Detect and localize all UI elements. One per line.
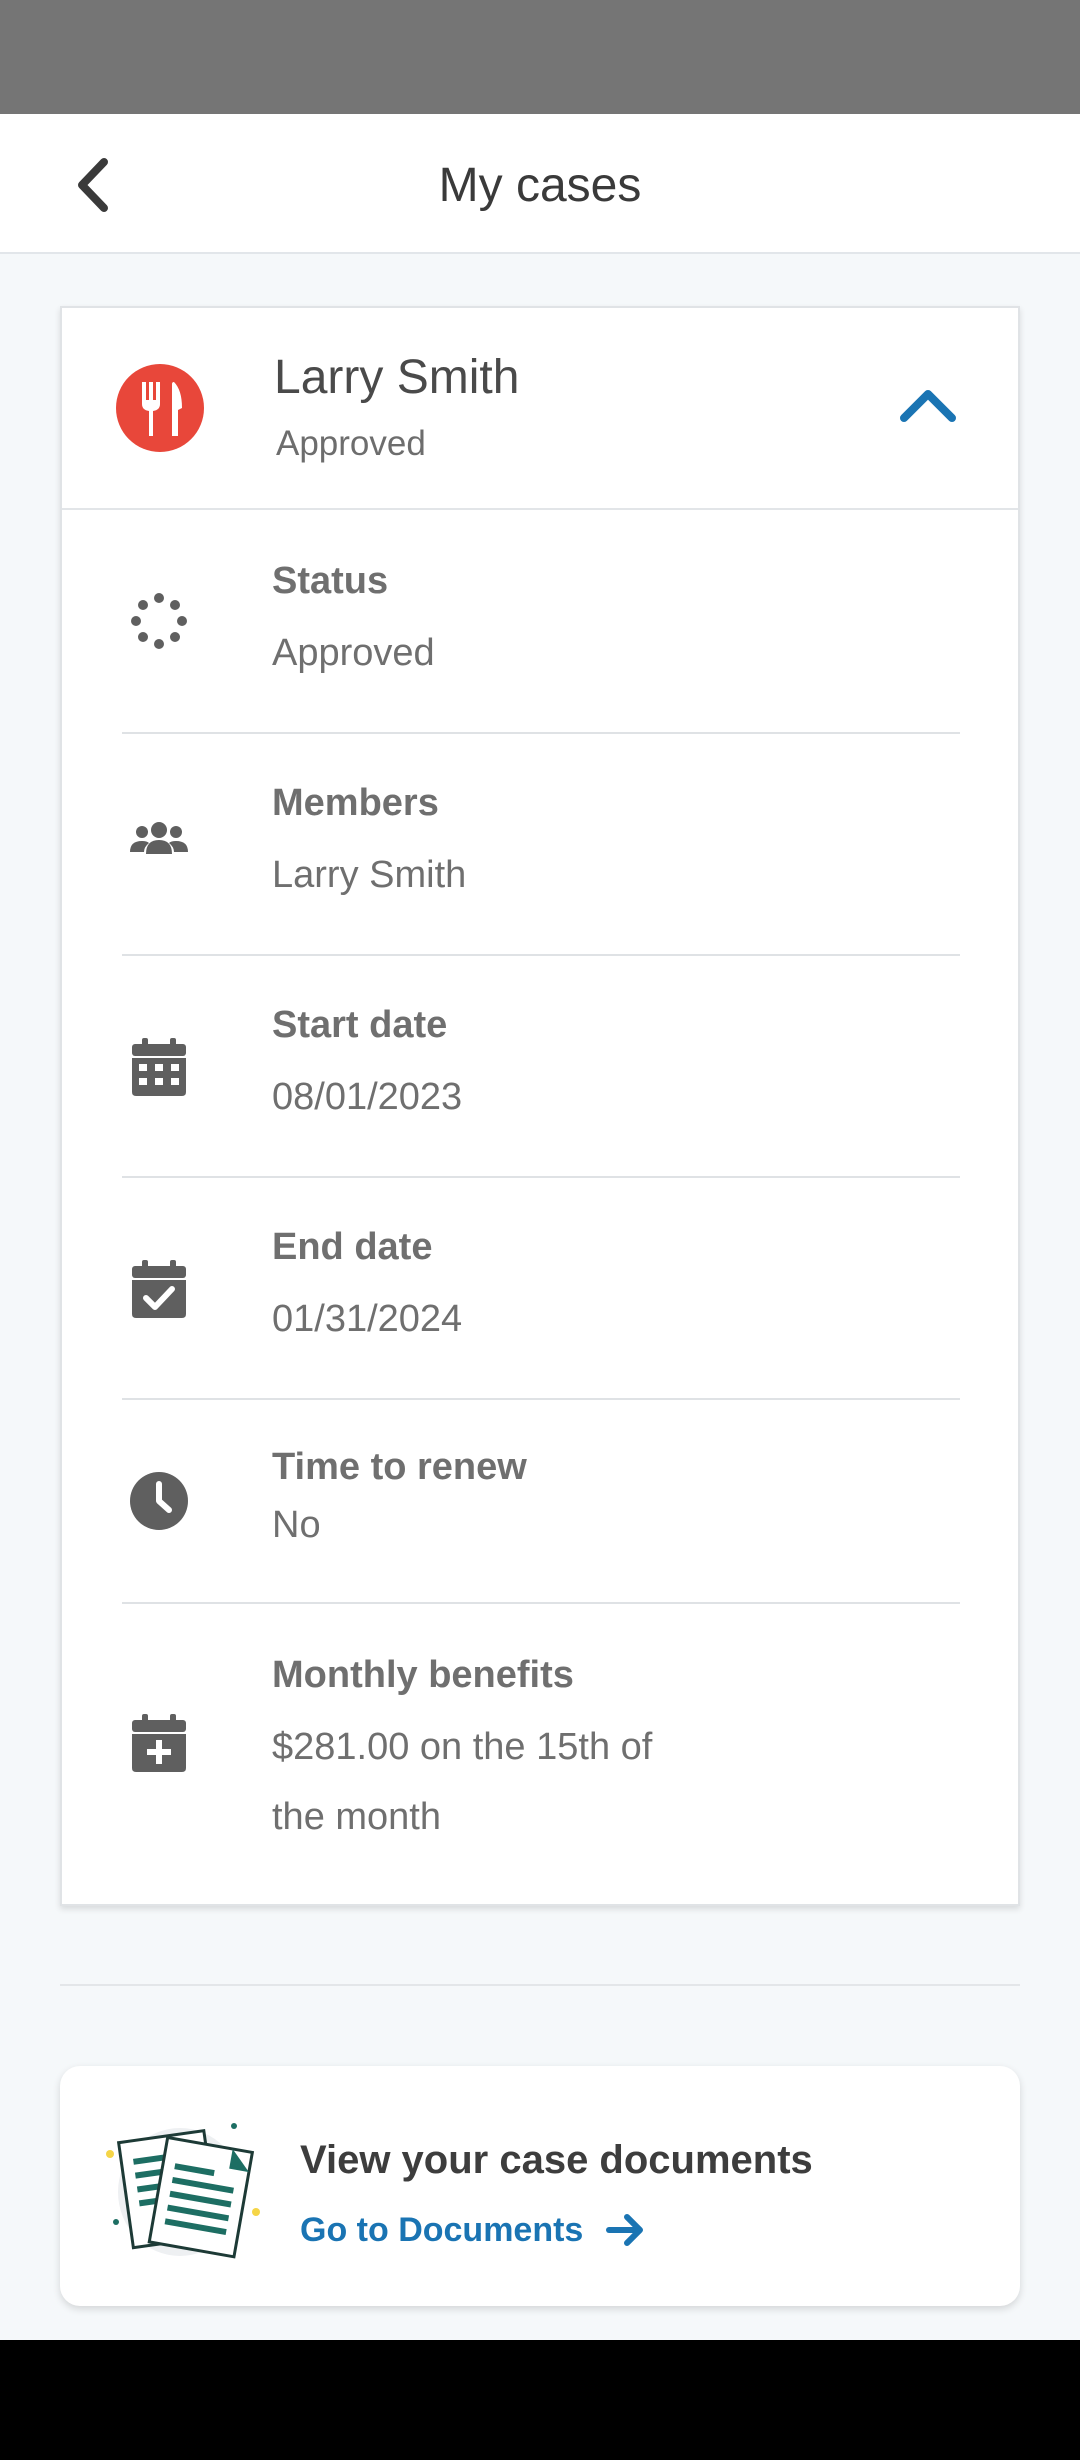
loading-dots-icon <box>128 590 190 652</box>
start-date-label: Start date <box>272 1004 448 1046</box>
end-date-label: End date <box>272 1226 433 1268</box>
calendar-plus-icon <box>128 1712 190 1774</box>
end-date-value: 01/31/2024 <box>272 1298 463 1340</box>
status-label: Status <box>272 560 389 602</box>
detail-row-monthly-benefits: Monthly benefits $281.00 on the 15th of … <box>62 1604 1018 1904</box>
chevron-up-icon <box>900 390 956 422</box>
detail-row-time-to-renew: Time to renew No <box>62 1400 1018 1600</box>
members-label: Members <box>272 782 439 824</box>
status-bar <box>0 0 1080 114</box>
case-name: Larry Smith <box>274 351 520 404</box>
case-status: Approved <box>276 424 426 463</box>
members-value: Larry Smith <box>272 854 467 896</box>
detail-row-end-date: End date 01/31/2024 <box>62 1178 1018 1398</box>
go-to-documents-link[interactable]: Go to Documents <box>300 2210 645 2250</box>
clock-icon <box>128 1470 190 1532</box>
start-date-value: 08/01/2023 <box>272 1076 463 1118</box>
case-header[interactable]: Larry Smith Approved <box>62 308 1018 510</box>
status-value: Approved <box>272 632 435 674</box>
calendar-icon <box>128 1036 190 1098</box>
users-icon <box>128 808 190 870</box>
time-to-renew-label: Time to renew <box>272 1446 527 1488</box>
fork-knife-icon <box>116 364 204 452</box>
navigation-bar <box>0 2340 1080 2460</box>
documents-title: View your case documents <box>300 2138 813 2182</box>
section-divider <box>60 1984 1020 1986</box>
documents-card[interactable]: View your case documents Go to Documents <box>60 2066 1020 2306</box>
app-bar: My cases <box>0 114 1080 254</box>
go-to-documents-label: Go to Documents <box>300 2210 584 2249</box>
documents-illustration <box>100 2112 268 2262</box>
case-card: Larry Smith Approved Status Approved Mem… <box>60 306 1020 1906</box>
collapse-button[interactable] <box>898 378 958 438</box>
page-title: My cases <box>438 159 642 212</box>
arrow-right-icon <box>606 2214 644 2246</box>
detail-row-start-date: Start date 08/01/2023 <box>62 956 1018 1176</box>
time-to-renew-value: No <box>272 1504 321 1546</box>
monthly-benefits-value-line1: $281.00 on the 15th of <box>272 1726 653 1768</box>
detail-row-status: Status Approved <box>62 508 1018 728</box>
detail-row-members: Members Larry Smith <box>62 734 1018 954</box>
calendar-check-icon <box>128 1258 190 1320</box>
monthly-benefits-value-line2: the month <box>272 1796 441 1838</box>
monthly-benefits-label: Monthly benefits <box>272 1654 574 1696</box>
